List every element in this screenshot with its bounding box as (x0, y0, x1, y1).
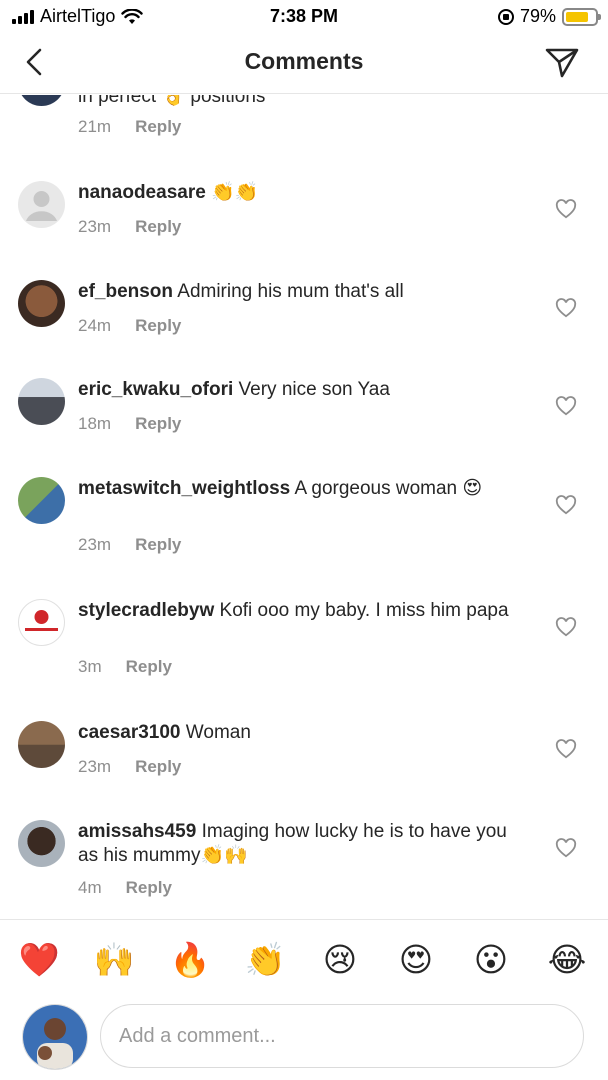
comment-emoji: 👌 (161, 95, 186, 107)
reply-button[interactable]: Reply (126, 657, 172, 677)
comment-username[interactable]: stylecradlebyw (78, 600, 214, 621)
reaction-fire-emoji[interactable]: 🔥 (168, 940, 212, 980)
comment-text: stylecradlebyw Kofi ooo my baby. I miss … (78, 599, 518, 623)
comment-meta: 21m Reply (78, 117, 181, 137)
comment-message: Kofi ooo my baby. I miss him papa (219, 600, 509, 621)
page-title: Comments (244, 48, 364, 74)
comment-message: A gorgeous woman 😍 (294, 478, 483, 499)
profile-photo-icon (23, 1005, 87, 1069)
avatar[interactable] (18, 95, 65, 106)
comment-time: 23m (78, 217, 112, 236)
avatar[interactable] (18, 280, 65, 327)
avatar[interactable] (18, 378, 65, 425)
status-bar: AirtelTigo 7:38 PM 79% (0, 0, 608, 34)
reaction-crying-emoji[interactable]: 😢 (318, 940, 362, 980)
comment-message: Woman (185, 722, 251, 743)
comment-meta: 4m Reply (78, 878, 172, 898)
share-button[interactable] (542, 44, 582, 80)
comment-message: 👏👏 (211, 182, 259, 203)
avatar[interactable] (18, 477, 65, 524)
comment-username[interactable]: nanaodeasare (78, 182, 206, 203)
comment-meta: 24m Reply (78, 316, 181, 336)
current-user-avatar (22, 1004, 88, 1070)
comment-text: metaswitch_weightloss A gorgeous woman 😍 (78, 477, 518, 501)
header: Comments (0, 34, 608, 94)
comment-text: nanaodeasare 👏👏 (78, 181, 518, 205)
battery-percent: 79% (519, 6, 556, 26)
comment-username[interactable]: metaswitch_weightloss (78, 478, 290, 499)
like-heart-icon[interactable] (555, 617, 577, 637)
reaction-raised-hands-emoji[interactable]: 🙌 (92, 940, 136, 980)
battery-fill (566, 11, 589, 22)
like-heart-icon[interactable] (555, 495, 577, 515)
comment-list[interactable]: in perfect 👌 positions 21m Reply nanaode… (0, 95, 608, 918)
reply-button[interactable]: Reply (126, 878, 172, 898)
reply-button[interactable]: Reply (135, 535, 181, 555)
reaction-clap-emoji[interactable]: 👏 (243, 940, 287, 980)
comment-meta: 23m Reply (78, 757, 181, 777)
comment-message: Admiring his mum that's all (177, 281, 404, 302)
like-heart-icon[interactable] (555, 199, 577, 219)
comment-text: ef_benson Admiring his mum that's all (78, 280, 518, 304)
comment-time: 3m (78, 657, 102, 676)
reaction-surprised-emoji[interactable]: 😮 (469, 940, 513, 980)
reply-button[interactable]: Reply (135, 316, 181, 336)
reaction-laughing-emoji[interactable]: 😂 (545, 940, 589, 980)
comment-username[interactable]: ef_benson (78, 281, 173, 302)
brand-logo-icon (25, 610, 58, 631)
like-heart-icon[interactable] (555, 838, 577, 858)
status-right: 79% (497, 6, 601, 27)
comment-meta: 3m Reply (78, 657, 172, 677)
comment-text: eric_kwaku_ofori Very nice son Yaa (78, 378, 518, 402)
comment-meta: 23m Reply (78, 535, 181, 555)
paper-plane-icon (545, 48, 579, 78)
comment-message: Very nice son Yaa (238, 379, 390, 400)
comment-text-end: positions (190, 95, 266, 107)
avatar[interactable] (18, 599, 65, 646)
emoji-reaction-bar: ❤️ 🙌 🔥 👏 😢 😍 😮 😂 (0, 919, 608, 999)
comment-composer (0, 999, 608, 1080)
like-heart-icon[interactable] (555, 396, 577, 416)
like-heart-icon[interactable] (555, 298, 577, 318)
comment-time: 24m (78, 316, 112, 335)
comment-time: 23m (78, 757, 112, 776)
reaction-heart-emoji[interactable]: ❤️ (17, 940, 61, 980)
comment-time: 21m (78, 117, 112, 136)
comment-text: in perfect 👌 positions (78, 95, 518, 109)
reply-button[interactable]: Reply (135, 757, 181, 777)
comment-text-start: in perfect (78, 95, 157, 107)
comment-time: 23m (78, 535, 112, 554)
comment-time: 18m (78, 414, 112, 433)
comment-text: amissahs459 Imaging how lucky he is to h… (78, 820, 518, 868)
comment-time: 4m (78, 878, 102, 897)
reply-button[interactable]: Reply (135, 414, 181, 434)
default-avatar-icon (26, 191, 57, 221)
comment-username[interactable]: amissahs459 (78, 821, 196, 842)
comment-meta: 23m Reply (78, 217, 181, 237)
reply-button[interactable]: Reply (135, 117, 181, 137)
reaction-heart-eyes-emoji[interactable]: 😍 (394, 940, 438, 980)
reply-button[interactable]: Reply (135, 217, 181, 237)
orientation-lock-icon (497, 8, 514, 25)
comment-username[interactable]: caesar3100 (78, 722, 181, 743)
back-button[interactable] (18, 44, 54, 80)
comment-text: caesar3100 Woman (78, 721, 518, 745)
avatar[interactable] (18, 181, 65, 228)
avatar[interactable] (18, 721, 65, 768)
comment-username[interactable]: eric_kwaku_ofori (78, 379, 233, 400)
comment-input[interactable] (100, 1004, 584, 1068)
battery-icon (562, 7, 601, 26)
like-heart-icon[interactable] (555, 739, 577, 759)
chevron-left-icon (26, 48, 42, 76)
avatar[interactable] (18, 820, 65, 867)
comment-meta: 18m Reply (78, 414, 181, 434)
